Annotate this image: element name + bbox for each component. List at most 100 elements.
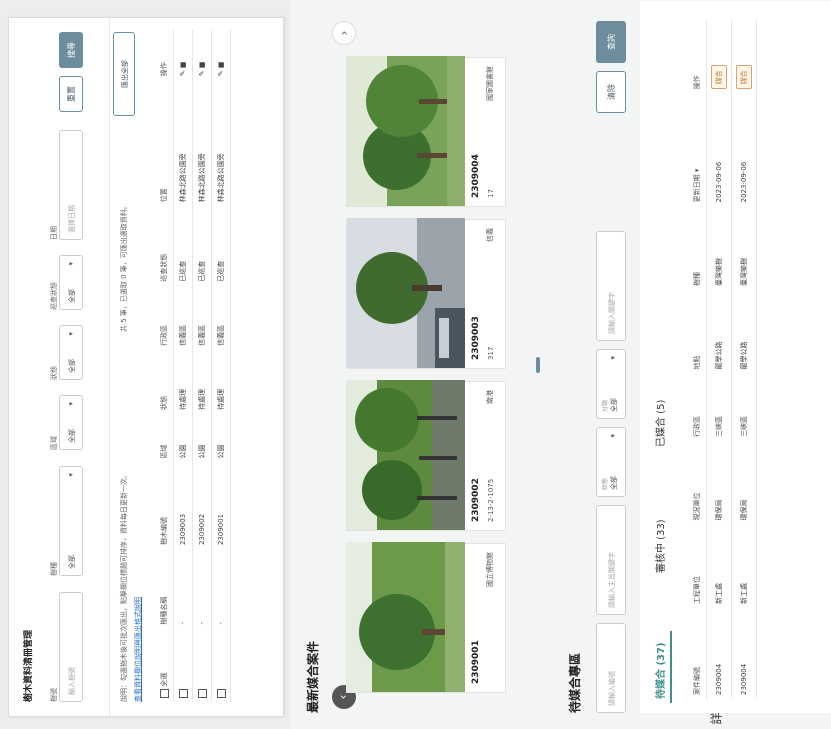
notice-text: 說明：勾選樹木後可批次匯出，點擊欄位標題可排序，資料每日更新一次。 bbox=[120, 471, 128, 702]
case-location: 南港 bbox=[486, 390, 494, 404]
tab-pending[interactable]: 待媒合 (37) bbox=[652, 642, 667, 699]
filter-label-area: 區域 bbox=[50, 436, 58, 450]
case-sub: 2-13-2-1075 bbox=[487, 478, 495, 522]
chevron-down-icon: ▾ bbox=[67, 473, 75, 477]
export-button[interactable]: 匯出全部 bbox=[113, 32, 135, 116]
cell-species: 臺灣欒樹 bbox=[731, 206, 757, 290]
case-card[interactable]: 2309001 國立博物館 bbox=[346, 542, 506, 693]
edit-icon[interactable]: ✎ bbox=[179, 70, 187, 76]
column-header-updated[interactable]: 更新日期 ▾ bbox=[688, 93, 707, 207]
match-button[interactable]: 媒合 bbox=[736, 65, 752, 90]
column-header-district[interactable]: 行政區 bbox=[155, 285, 174, 350]
notice-link[interactable]: 查看資料欄位說明與匯出格式說明 bbox=[133, 597, 143, 702]
column-header-tree-id[interactable]: 樹木編號 bbox=[155, 462, 174, 550]
column-header-area[interactable]: 區域 bbox=[155, 413, 174, 463]
cell-species: - bbox=[211, 549, 231, 629]
cell-district: 三峽區 bbox=[731, 373, 757, 441]
select-all-label: 全選 bbox=[160, 672, 168, 687]
delete-icon[interactable]: ■ bbox=[198, 62, 206, 69]
row-actions: ✎ ■ bbox=[211, 30, 231, 81]
case-number: 2309002 bbox=[471, 478, 481, 522]
date-input[interactable]: 選擇日期 bbox=[59, 130, 83, 240]
tree-id-input[interactable]: 輸入樹號 bbox=[59, 592, 83, 702]
cell-patrol: 已巡查 bbox=[173, 206, 193, 286]
category-label: 分類 bbox=[602, 399, 609, 412]
cell-cur-unit: 環保局 bbox=[706, 440, 732, 525]
row-checkbox[interactable] bbox=[216, 689, 226, 698]
cell-case-id: 2309004 bbox=[706, 608, 732, 699]
column-header-cur-unit[interactable]: 現況單位 bbox=[688, 440, 707, 525]
column-header-species[interactable]: 樹種名稱 bbox=[155, 549, 174, 629]
case-card[interactable]: 2309003 317 信義 bbox=[346, 218, 506, 369]
filter-label-species: 樹種 bbox=[50, 562, 58, 576]
pending-table: 案件編號 工程單位 現況單位 行政區 地點 樹種 更新日期 ▾ 操作 23090… bbox=[688, 19, 757, 699]
case-sub: 317 bbox=[487, 346, 495, 360]
tree-photo bbox=[347, 56, 465, 206]
table-header: 案件編號 工程單位 現況單位 行政區 地點 樹種 更新日期 ▾ 操作 bbox=[688, 19, 707, 699]
select-all-checkbox[interactable] bbox=[159, 689, 169, 698]
table-row: 2309004 新工處 環保局 三峽區 龍學公路 臺灣欒樹 2023-09-06… bbox=[731, 19, 757, 699]
column-header-select-all[interactable]: 全選 bbox=[155, 628, 174, 702]
cell-district: 三峽區 bbox=[706, 373, 732, 441]
row-checkbox[interactable] bbox=[197, 689, 207, 698]
cell-actions: 媒合 bbox=[731, 19, 757, 94]
cell-area: 公園 bbox=[173, 413, 193, 463]
case-card[interactable]: 2309002 2-13-2-1075 南港 bbox=[346, 380, 506, 531]
species-select[interactable]: 全部 ▾ bbox=[59, 466, 83, 576]
cell-eng-unit: 新工處 bbox=[706, 524, 732, 609]
cell-species: - bbox=[192, 549, 212, 629]
active-tab-underline bbox=[670, 631, 672, 703]
category-value: 全部 bbox=[610, 398, 618, 412]
column-header-location[interactable]: 位置 bbox=[155, 80, 174, 207]
column-header-place[interactable]: 地點 bbox=[688, 289, 707, 374]
subject-keyword-input[interactable]: 請輸入主旨關鍵字 bbox=[596, 505, 626, 615]
clear-button[interactable]: 清除 bbox=[596, 71, 626, 113]
case-id-input[interactable]: 請輸入編號 bbox=[596, 623, 626, 713]
keyword-input[interactable]: 請輸入關鍵字 bbox=[596, 231, 626, 341]
column-header-species[interactable]: 樹種 bbox=[688, 206, 707, 290]
filter-label-tree-id: 樹號 bbox=[50, 688, 58, 702]
selection-summary: 共 5 筆，已選取 0 筆，可匯出選取資料。 bbox=[120, 202, 128, 332]
chevron-down-icon: ▾ bbox=[67, 402, 75, 406]
carousel-next-button[interactable]: › bbox=[332, 21, 356, 45]
category-select[interactable]: 分類 全部 ▾ bbox=[596, 349, 626, 419]
patrol-select[interactable]: 全部 ▾ bbox=[59, 255, 83, 310]
match-button[interactable]: 媒合 bbox=[711, 65, 727, 90]
cell-district: 信義區 bbox=[173, 285, 193, 350]
column-header-patrol[interactable]: 巡查狀態 bbox=[155, 206, 174, 286]
edit-icon[interactable]: ✎ bbox=[198, 70, 206, 76]
delete-icon[interactable]: ■ bbox=[217, 62, 225, 69]
delete-icon[interactable]: ■ bbox=[179, 62, 187, 69]
cell-place: 龍學公路 bbox=[706, 289, 732, 374]
tree-photo bbox=[347, 380, 465, 530]
column-header-district[interactable]: 行政區 bbox=[688, 373, 707, 441]
filter-label-patrol: 巡查狀態 bbox=[50, 282, 58, 310]
query-button[interactable]: 查詢 bbox=[596, 21, 626, 63]
cell-location: 林森北路公園旁 bbox=[211, 80, 231, 207]
column-header-actions: 操作 bbox=[688, 19, 707, 94]
row-checkbox[interactable] bbox=[178, 689, 188, 698]
tree-photo bbox=[347, 218, 465, 368]
search-button[interactable]: 搜尋 bbox=[59, 32, 83, 68]
column-header-eng-unit[interactable]: 工程單位 bbox=[688, 524, 707, 609]
tree-table: 全選 樹種名稱 樹木編號 區域 狀態 行政區 巡查狀態 位置 操作 - 2309… bbox=[155, 30, 231, 702]
area-select[interactable]: 全部 ▾ bbox=[59, 395, 83, 450]
cell-updated: 2023-09-06 bbox=[706, 93, 732, 207]
carousel-indicator[interactable] bbox=[536, 357, 540, 373]
status-select-value: 全部 bbox=[68, 359, 76, 373]
reset-button[interactable]: 重置 bbox=[59, 76, 83, 112]
status-select[interactable]: 狀態 全部 ▾ bbox=[596, 427, 626, 497]
tab-matched[interactable]: 已媒合 (5) bbox=[652, 400, 667, 447]
column-header-status[interactable]: 狀態 bbox=[155, 349, 174, 414]
edit-icon[interactable]: ✎ bbox=[217, 70, 225, 76]
status-value: 全部 bbox=[610, 476, 618, 490]
tab-reviewing[interactable]: 審核中 (33) bbox=[652, 519, 667, 573]
table-header: 全選 樹種名稱 樹木編號 區域 狀態 行政區 巡查狀態 位置 操作 bbox=[155, 30, 174, 702]
cell-tree-id: 2309002 bbox=[192, 462, 212, 550]
case-card[interactable]: 2309004 17 國家圖書館 bbox=[346, 56, 506, 207]
status-select[interactable]: 全部 ▾ bbox=[59, 325, 83, 380]
column-header-case-id[interactable]: 案件編號 bbox=[688, 608, 707, 699]
cell-place: 龍學公路 bbox=[731, 289, 757, 374]
cell-district: 信義區 bbox=[211, 285, 231, 350]
page-title: 樹木資料清冊管理 bbox=[24, 629, 34, 702]
